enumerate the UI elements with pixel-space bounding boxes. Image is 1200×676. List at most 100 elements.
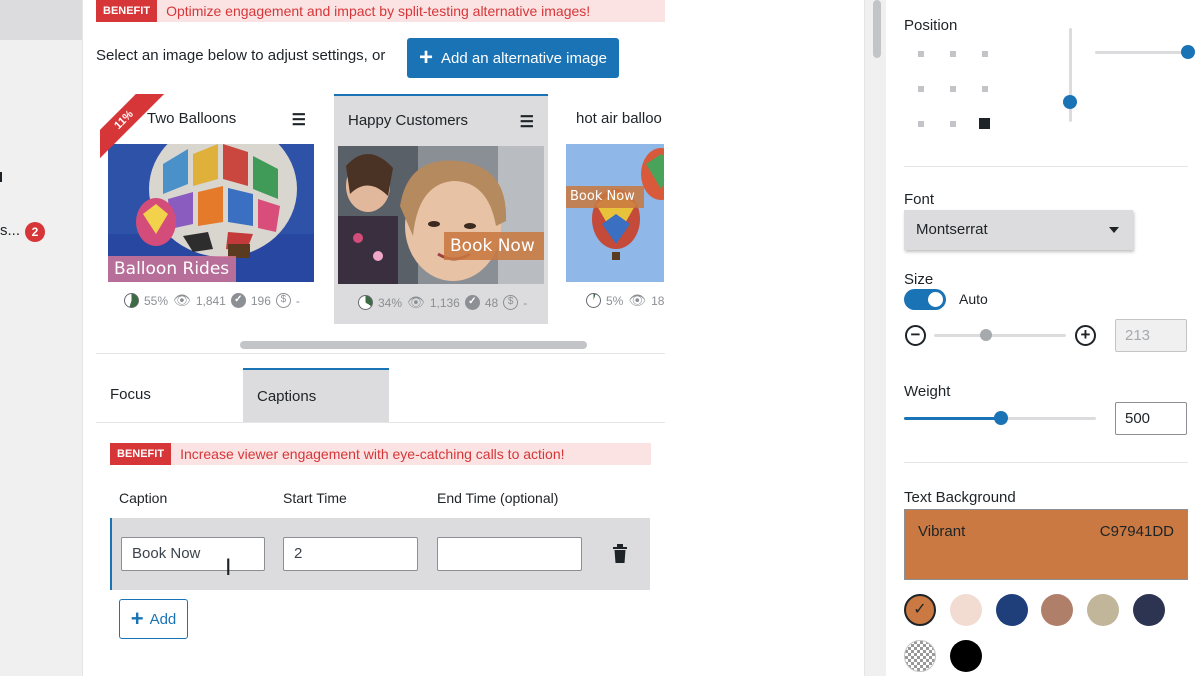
benefit-tag: BENEFIT (96, 0, 158, 22)
end-time-column-header: End Time (optional) (437, 490, 559, 506)
swatch-tan[interactable] (1087, 594, 1119, 626)
customers-image (338, 146, 544, 284)
size-slider-knob[interactable] (980, 329, 992, 341)
engagement-pie-icon (586, 293, 601, 308)
size-slider[interactable] (934, 334, 1066, 337)
hamburger-menu-icon[interactable]: ☰ (520, 112, 534, 132)
views-count: 1,841 (195, 293, 226, 308)
position-middle-right[interactable] (982, 86, 988, 92)
horizontal-offset-knob[interactable] (1181, 45, 1195, 59)
benefit-text: Increase viewer engagement with eye-catc… (180, 446, 565, 462)
card-image: Book Now (338, 146, 544, 284)
position-label: Position (904, 17, 958, 34)
captions-benefit-banner: BENEFIT Increase viewer engagement with … (110, 443, 651, 465)
position-top-right[interactable] (982, 51, 988, 57)
weight-slider-fill (904, 417, 1000, 420)
admin-sidebar: s... 2 (0, 0, 82, 676)
swatch-vibrant-selected[interactable]: ✓ (904, 594, 936, 626)
end-time-input[interactable] (437, 537, 582, 571)
add-caption-button[interactable]: + Add (119, 599, 188, 639)
swatch-dark-slate[interactable] (1133, 594, 1165, 626)
image-carousel: 11% Two Balloons ☰ Balloon Rides 55% 👁 1… (96, 90, 664, 335)
carousel-scrollbar[interactable] (96, 341, 664, 349)
swatch-navy[interactable] (996, 594, 1028, 626)
position-top-center[interactable] (950, 51, 956, 57)
plus-icon: + (130, 606, 144, 631)
sidebar-item-label[interactable]: s... (0, 222, 20, 239)
carousel-scrollbar-thumb[interactable] (240, 341, 587, 349)
position-bottom-center[interactable] (950, 121, 956, 127)
tab-captions[interactable]: Captions (243, 368, 389, 422)
weight-value-input[interactable]: 500 (1115, 402, 1187, 435)
views-count: 1,136 (429, 295, 460, 310)
swatch-mauve[interactable] (1041, 594, 1073, 626)
card-stats: 34% 👁 1,136 ✓ 48 $ - (358, 294, 527, 311)
add-caption-label: Add (149, 610, 177, 628)
swatch-transparent[interactable] (904, 640, 936, 672)
text-background-preview[interactable]: Vibrant C97941DD (904, 509, 1188, 580)
size-decrease-button[interactable]: − (905, 325, 926, 346)
vertical-offset-knob[interactable] (1063, 95, 1077, 109)
hot-air-balloon-image (566, 144, 664, 282)
caption-text-input[interactable]: Book Now (121, 537, 265, 571)
check-icon: ✓ (464, 295, 480, 310)
start-time-input[interactable]: 2 (283, 537, 418, 571)
card-title: hot air balloo (576, 110, 662, 127)
card-image: Balloon Rides (108, 144, 314, 282)
engagement-pct: 55% (144, 293, 169, 308)
swatch-black[interactable] (950, 640, 982, 672)
position-bottom-right[interactable] (979, 118, 990, 129)
position-middle-center[interactable] (950, 86, 956, 92)
font-label: Font (904, 191, 935, 208)
card-stats: 55% 👁 1,841 ✓ 196 $ - (124, 292, 300, 309)
image-caption-overlay: Book Now (566, 186, 644, 208)
add-alternative-image-button[interactable]: + Add an alternative image (407, 38, 619, 78)
tabs-divider (96, 422, 665, 423)
sidebar-active-item[interactable] (0, 0, 82, 40)
position-bottom-left[interactable] (918, 121, 924, 127)
toggle-knob (928, 292, 943, 307)
size-increase-button[interactable]: + (1075, 325, 1096, 346)
image-card[interactable]: hot air balloo Book Now 5% 👁 18 (562, 94, 664, 324)
hamburger-menu-icon[interactable]: ☰ (292, 110, 306, 130)
tab-focus[interactable]: Focus (96, 368, 242, 422)
revenue-value: - (295, 293, 300, 308)
conversions-count: 48 (484, 295, 499, 310)
size-value-input[interactable]: 213 (1115, 319, 1187, 352)
trash-icon[interactable] (612, 544, 628, 568)
revenue-value: - (523, 295, 528, 310)
divider (96, 353, 665, 354)
check-icon: ✓ (230, 293, 246, 308)
engagement-pie-icon (124, 293, 139, 308)
eye-icon: 👁 (407, 294, 425, 310)
font-select-value: Montserrat (916, 221, 988, 238)
position-middle-left[interactable] (918, 86, 924, 92)
horizontal-offset-slider[interactable] (1095, 51, 1187, 54)
card-title: Happy Customers (348, 112, 469, 129)
size-auto-toggle[interactable] (904, 289, 946, 310)
size-auto-label: Auto (959, 291, 988, 307)
plus-icon: + (419, 44, 434, 71)
sidebar-marker (0, 172, 2, 182)
notification-badge: 2 (25, 222, 45, 242)
font-select[interactable]: Montserrat (904, 210, 1133, 250)
position-top-left[interactable] (918, 51, 924, 57)
start-time-column-header: Start Time (283, 490, 347, 506)
color-name: Vibrant (918, 523, 966, 540)
image-card[interactable]: 11% Two Balloons ☰ Balloon Rides 55% 👁 1… (100, 94, 320, 324)
page-scrollbar-thumb[interactable] (873, 0, 881, 58)
color-hex: C97941DD (1099, 523, 1174, 540)
benefit-text: Optimize engagement and impact by split-… (166, 3, 591, 19)
image-caption-overlay: Book Now (444, 232, 544, 260)
text-background-label: Text Background (904, 489, 1016, 506)
views-count: 18 (651, 293, 664, 308)
divider (904, 462, 1188, 463)
select-prompt: Select an image below to adjust settings… (96, 47, 386, 64)
swatch-light-pink[interactable] (950, 594, 982, 626)
image-card-selected[interactable]: Happy Customers ☰ Book Now 34% 👁 1,136 ✓… (334, 94, 548, 324)
eye-icon: 👁 (628, 292, 647, 308)
benefit-tag: BENEFIT (110, 443, 172, 465)
add-alternative-image-label: Add an alternative image (441, 49, 607, 67)
eye-icon: 👁 (173, 292, 191, 308)
weight-slider-knob[interactable] (994, 411, 1008, 425)
